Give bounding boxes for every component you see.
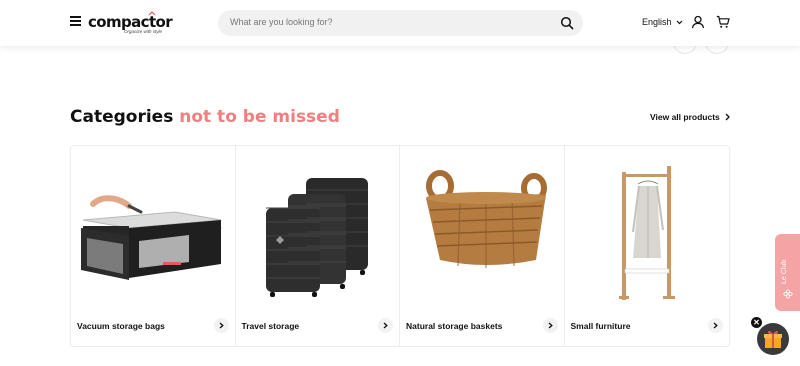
chevron-right-icon xyxy=(219,322,224,329)
loyalty-club-label: Le Club xyxy=(781,259,788,284)
logo-mark-icon xyxy=(148,11,156,16)
vacuum-storage-bag-image xyxy=(81,195,223,280)
travel-luggage-image xyxy=(265,178,368,297)
gift-button[interactable] xyxy=(757,323,789,355)
category-label: Vacuum storage bags xyxy=(77,321,165,331)
brand-tagline: Organize with style xyxy=(124,29,163,34)
category-arrow-button[interactable] xyxy=(378,318,393,333)
search-bar[interactable]: What are you looking for? xyxy=(218,10,583,36)
category-card-travel-storage[interactable]: Travel storage xyxy=(236,146,400,346)
view-all-products-link[interactable]: View all products xyxy=(650,112,730,122)
category-grid: Vacuum storage bags Travel storage Natur… xyxy=(70,145,730,347)
page: compactor Organize with style What are y… xyxy=(0,0,800,366)
search-input[interactable]: What are you looking for? xyxy=(230,17,333,27)
section-title: Categories not to be missed xyxy=(70,107,340,127)
chevron-right-icon xyxy=(548,322,553,329)
section-title-accent: not to be missed xyxy=(179,107,340,127)
view-all-label: View all products xyxy=(650,112,720,122)
flower-icon xyxy=(783,289,793,299)
category-label: Small furniture xyxy=(570,321,631,331)
chevron-down-icon xyxy=(676,20,682,24)
site-header: compactor Organize with style What are y… xyxy=(0,0,800,46)
category-card-natural-storage-baskets[interactable]: Natural storage baskets xyxy=(400,146,565,346)
brand-logo[interactable]: compactor Organize with style xyxy=(88,9,173,37)
category-label: Natural storage baskets xyxy=(406,321,503,331)
section-title-main: Categories xyxy=(70,107,174,127)
language-selector[interactable]: English xyxy=(642,17,683,27)
loyalty-club-tab[interactable]: Le Club xyxy=(775,234,800,311)
category-arrow-button[interactable] xyxy=(542,318,558,333)
user-icon[interactable] xyxy=(691,15,705,29)
category-card-small-furniture[interactable]: Small furniture xyxy=(565,146,730,346)
search-icon[interactable] xyxy=(560,16,574,30)
woven-basket-image xyxy=(426,170,547,268)
clothes-rack-image xyxy=(618,166,675,300)
menu-icon[interactable] xyxy=(70,16,82,28)
chevron-right-icon xyxy=(383,322,388,329)
close-icon[interactable]: ✕ xyxy=(751,317,762,328)
language-label: English xyxy=(642,17,672,27)
category-label: Travel storage xyxy=(241,321,300,331)
category-card-vacuum-storage-bags[interactable]: Vacuum storage bags xyxy=(71,146,236,346)
cart-icon[interactable] xyxy=(716,15,730,29)
category-arrow-button[interactable] xyxy=(708,318,723,333)
chevron-right-icon xyxy=(725,113,730,121)
category-arrow-button[interactable] xyxy=(213,318,229,333)
gift-icon xyxy=(764,330,782,348)
chevron-right-icon xyxy=(713,322,718,329)
